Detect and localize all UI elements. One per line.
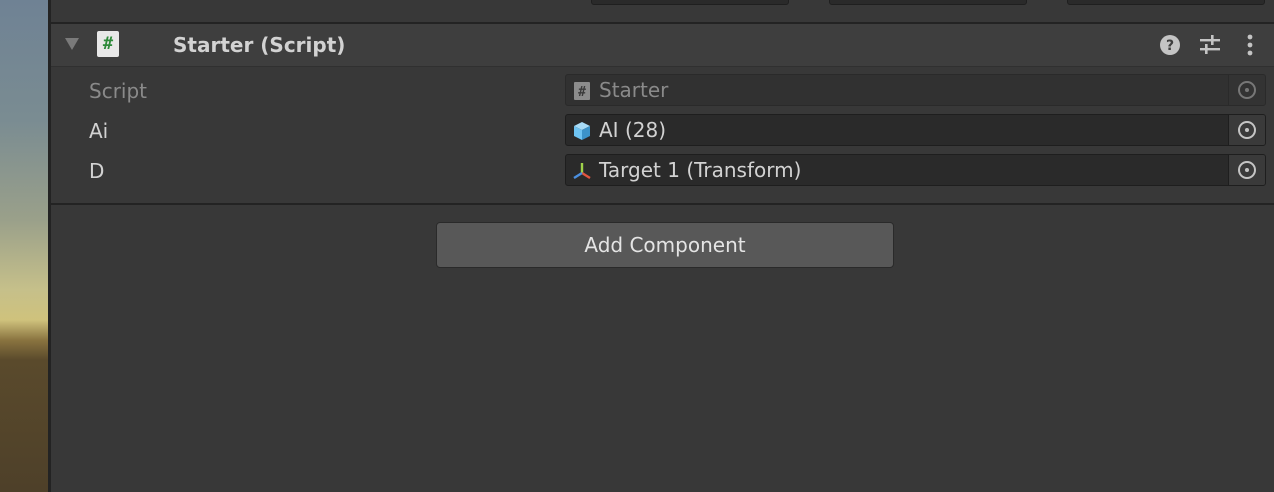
object-picker-button (1228, 75, 1265, 105)
previous-field[interactable] (1067, 0, 1265, 5)
object-picker-icon (1238, 121, 1256, 139)
more-options-icon[interactable] (1237, 32, 1263, 58)
script-object-field: # Starter (565, 74, 1266, 106)
svg-text:#: # (578, 85, 586, 100)
component-divider (51, 203, 1274, 205)
transform-icon (573, 163, 591, 180)
script-field-value: Starter (599, 78, 669, 102)
property-label-script: Script (89, 79, 148, 103)
ai-object-field[interactable]: AI (28) (565, 114, 1266, 146)
object-picker-button[interactable] (1228, 115, 1265, 145)
svg-text:?: ? (1166, 38, 1174, 54)
script-icon: # (97, 31, 119, 57)
previous-component-footer (51, 0, 1274, 24)
add-component-button[interactable]: Add Component (436, 222, 894, 268)
gameobject-cube-icon (574, 122, 590, 140)
d-field-value: Target 1 (Transform) (599, 158, 802, 182)
component-title: Starter (Script) (173, 33, 346, 57)
object-picker-button[interactable] (1228, 155, 1265, 185)
property-label-d: D (89, 159, 105, 183)
property-label-ai: Ai (89, 119, 109, 143)
object-picker-icon (1238, 81, 1256, 99)
inspector-panel: # Starter (Script) ? Script # Starter Ai… (48, 0, 1274, 492)
help-icon[interactable]: ? (1157, 32, 1183, 58)
scene-view-edge (0, 0, 48, 492)
previous-field[interactable] (591, 0, 789, 5)
ai-field-value: AI (28) (599, 118, 666, 142)
script-icon: # (574, 82, 590, 100)
previous-field[interactable] (829, 0, 1027, 5)
object-picker-icon (1238, 161, 1256, 179)
presets-icon[interactable] (1197, 32, 1223, 58)
d-object-field[interactable]: Target 1 (Transform) (565, 154, 1266, 186)
foldout-arrow-icon[interactable] (65, 38, 79, 50)
component-header[interactable]: # Starter (Script) ? (51, 24, 1274, 67)
